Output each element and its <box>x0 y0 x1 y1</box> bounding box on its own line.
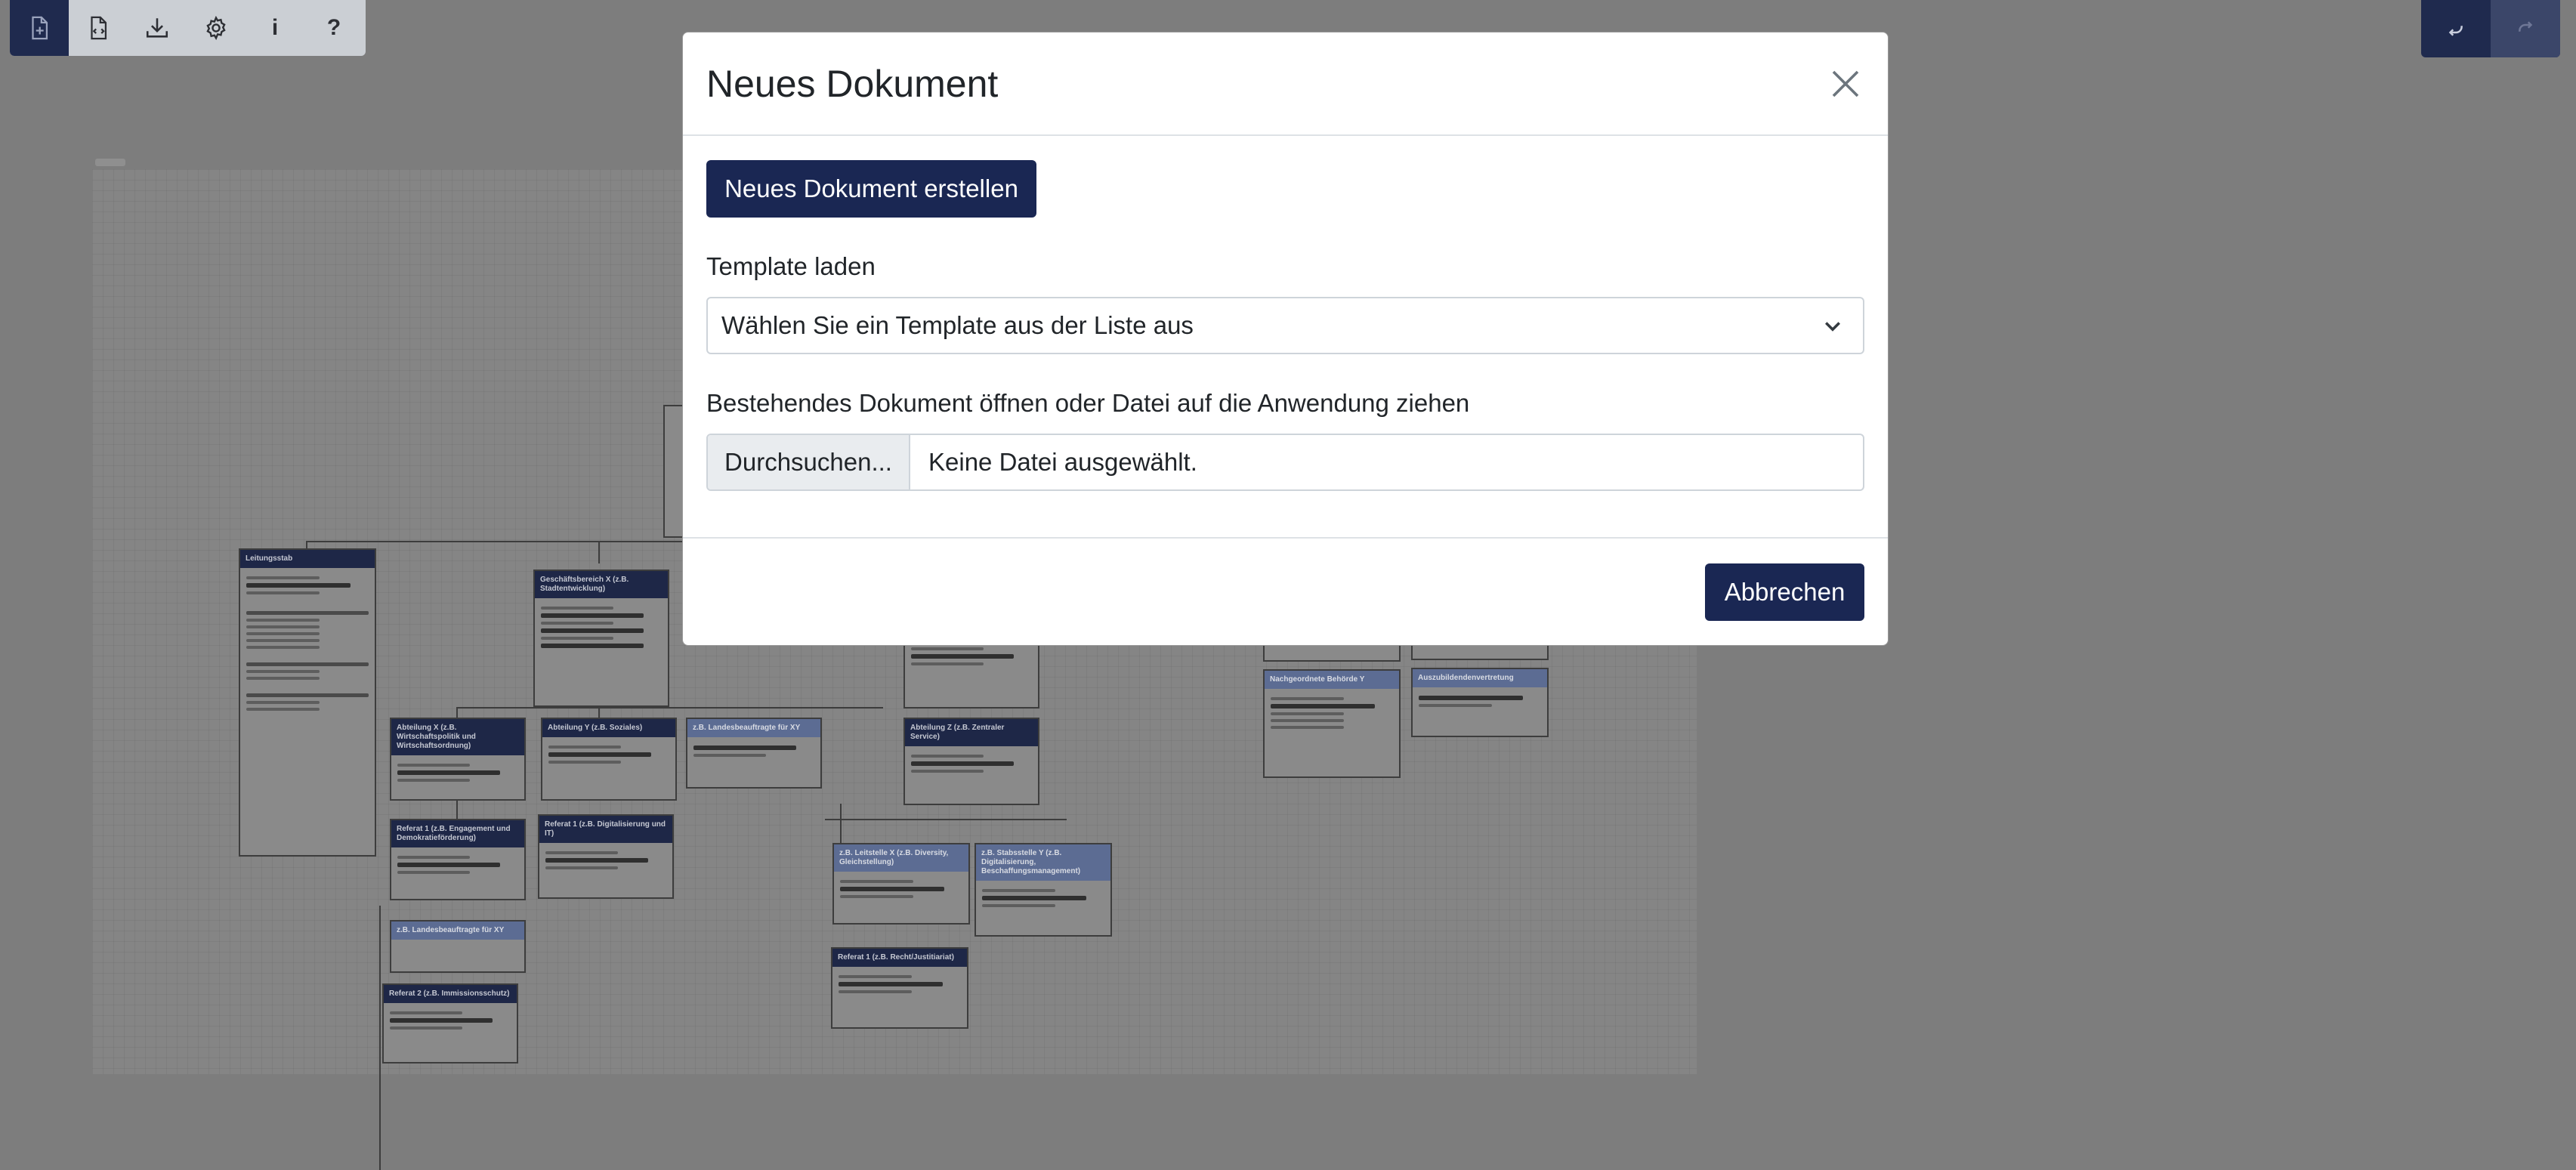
connector <box>379 906 381 1170</box>
org-node[interactable]: Referat 1 (z.B. Engagement und Demokrati… <box>390 819 526 900</box>
new-document-dialog: Neues Dokument Neues Dokument erstellen … <box>682 32 1889 646</box>
open-document-button[interactable] <box>69 0 128 56</box>
download-button[interactable] <box>128 0 187 56</box>
dialog-title: Neues Dokument <box>706 63 999 105</box>
new-document-button[interactable] <box>10 0 69 56</box>
close-button[interactable] <box>1826 64 1865 103</box>
dialog-header: Neues Dokument <box>683 32 1888 136</box>
chevron-down-icon <box>1825 322 1840 332</box>
org-node[interactable]: Abteilung Y (z.B. Soziales) <box>541 718 677 801</box>
create-document-button[interactable]: Neues Dokument erstellen <box>706 160 1036 218</box>
canvas-tab <box>95 159 125 166</box>
org-node[interactable]: z.B. Leitstelle X (z.B. Diversity, Gleic… <box>832 843 970 925</box>
org-node-title: Referat 1 (z.B. Recht/Justitiariat) <box>832 949 967 967</box>
org-node-title: Abteilung Y (z.B. Soziales) <box>542 719 675 737</box>
org-node[interactable]: z.B. Stabsstelle Y (z.B. Digitalisierung… <box>974 843 1112 937</box>
open-document-label: Bestehendes Dokument öffnen oder Datei a… <box>706 389 1470 417</box>
org-node-title: Leitungsstab <box>240 550 375 568</box>
file-status: Keine Datei ausgewählt. <box>928 448 1197 476</box>
org-node[interactable]: Referat 1 (z.B. Digitalisierung und IT) <box>538 814 674 899</box>
browse-button[interactable]: Durchsuchen... <box>708 435 910 489</box>
connector <box>456 707 883 708</box>
close-icon <box>1832 70 1859 97</box>
template-label: Template laden <box>706 252 876 280</box>
org-node[interactable]: Abteilung X (z.B. Wirtschaftspolitik und… <box>390 718 526 801</box>
org-node[interactable]: Leitungsstab <box>239 548 376 857</box>
open-document-icon <box>91 16 107 40</box>
connector <box>825 819 1067 820</box>
org-node[interactable]: Auszubildendenvertretung <box>1411 668 1549 737</box>
org-node[interactable]: Nachgeordnete Behörde Y <box>1263 669 1401 778</box>
org-node-title: Referat 2 (z.B. Immissionsschutz) <box>384 985 517 1003</box>
settings-button[interactable] <box>187 0 246 56</box>
org-node-title: Abteilung Z (z.B. Zentraler Service) <box>905 719 1038 746</box>
org-node-title: z.B. Landesbeauftragte für XY <box>391 921 524 940</box>
redo-button[interactable] <box>2491 0 2560 57</box>
help-button[interactable]: ? <box>304 0 363 56</box>
connector <box>598 541 600 563</box>
history-controls <box>2421 0 2560 57</box>
org-node-title: Referat 1 (z.B. Digitalisierung und IT) <box>539 816 672 843</box>
new-document-icon <box>32 16 48 40</box>
undo-icon <box>2448 26 2463 36</box>
template-select-value: Wählen Sie ein Template aus der Liste au… <box>721 311 1194 339</box>
file-input[interactable]: Durchsuchen... Keine Datei ausgewählt. <box>706 434 1864 491</box>
org-node[interactable]: z.B. Landesbeauftragte für XY <box>390 920 526 973</box>
org-node-title: Geschäftsbereich X (z.B. Stadtentwicklun… <box>535 571 668 598</box>
org-node[interactable]: Referat 1 (z.B. Recht/Justitiariat) <box>831 947 968 1029</box>
org-node-title: Auszubildendenvertretung <box>1413 669 1547 687</box>
info-button[interactable]: i <box>246 0 304 56</box>
template-select[interactable]: Wählen Sie ein Template aus der Liste au… <box>706 297 1864 354</box>
redo-icon <box>2519 21 2533 32</box>
download-icon <box>146 18 168 38</box>
cancel-button[interactable]: Abbrechen <box>1705 563 1864 621</box>
main-toolbar: i ? <box>10 0 366 56</box>
org-node-title: z.B. Leitstelle X (z.B. Diversity, Gleic… <box>834 844 968 872</box>
help-icon: ? <box>326 15 341 40</box>
gear-icon <box>206 15 226 41</box>
org-node-title: z.B. Stabsstelle Y (z.B. Digitalisierung… <box>976 844 1110 881</box>
org-node[interactable]: Referat 2 (z.B. Immissionsschutz) <box>382 983 518 1063</box>
org-node[interactable]: Abteilung Z (z.B. Zentraler Service) <box>903 718 1039 805</box>
org-node-title: Nachgeordnete Behörde Y <box>1265 671 1399 689</box>
org-node[interactable]: Geschäftsbereich X (z.B. Stadtentwicklun… <box>533 570 669 707</box>
undo-button[interactable] <box>2421 0 2491 57</box>
org-node-title: Abteilung X (z.B. Wirtschaftspolitik und… <box>391 719 524 755</box>
org-node-title: z.B. Landesbeauftragte für XY <box>687 719 820 737</box>
org-node[interactable]: z.B. Landesbeauftragte für XY <box>686 718 822 789</box>
dialog-footer: Abbrechen <box>683 537 1888 645</box>
org-node-title: Referat 1 (z.B. Engagement und Demokrati… <box>391 820 524 847</box>
info-icon: i <box>271 15 279 40</box>
